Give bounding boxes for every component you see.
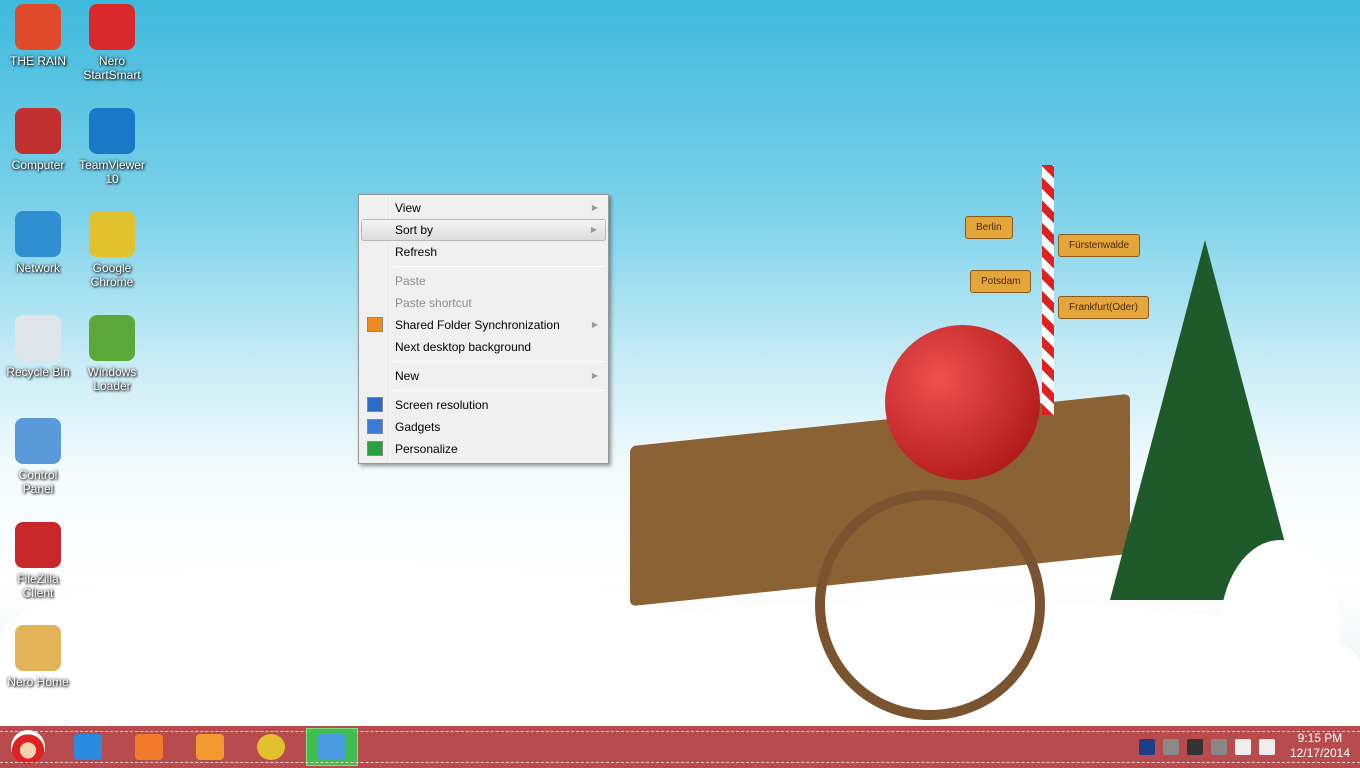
internet-explorer-icon xyxy=(74,734,102,760)
safely-remove-icon[interactable] xyxy=(1163,739,1179,755)
desktop-icon[interactable]: Nero Home xyxy=(2,625,74,689)
clock-date: 12/17/2014 xyxy=(1289,746,1350,760)
wallpaper-sign: Potsdam xyxy=(970,270,1032,293)
desktop-icon-label: Windows Loader xyxy=(87,365,137,393)
chrome-icon xyxy=(257,734,285,760)
desktop-icon[interactable]: TeamViewer 10 xyxy=(76,108,148,186)
menu-item-screen-resolution[interactable]: Screen resolution xyxy=(361,394,606,416)
file-explorer-icon xyxy=(135,734,163,760)
santa-start-icon xyxy=(11,730,45,764)
menu-item-gadgets[interactable]: Gadgets xyxy=(361,416,606,438)
desktop-icon[interactable]: Windows Loader xyxy=(76,315,148,393)
menu-item-label: Sort by xyxy=(395,223,434,237)
menu-item-paste-shortcut[interactable]: Paste shortcut xyxy=(361,292,606,314)
menu-separator xyxy=(393,390,604,391)
clock-time: 9:15 PM xyxy=(1297,731,1343,745)
taskbar: 9:15 PM 12/17/2014 xyxy=(0,726,1360,768)
menu-item-new[interactable]: New ▶ xyxy=(361,365,606,387)
teamviewer-icon xyxy=(89,108,135,154)
recycle-bin-icon xyxy=(15,315,61,361)
desktop-icon-label: Recycle Bin xyxy=(6,365,70,379)
screen-resolution-icon xyxy=(367,397,383,412)
windows-loader-icon xyxy=(89,315,135,361)
desktop-icon-label: THE RAIN xyxy=(9,54,66,68)
wallpaper-sign: Fürstenwalde xyxy=(1058,234,1141,257)
desktop-icon-label: Computer xyxy=(11,158,65,172)
desktop-icon-label: FileZilla Client xyxy=(17,572,59,600)
menu-item-label: Paste xyxy=(395,274,426,288)
taskbar-button[interactable] xyxy=(62,728,114,766)
start-button[interactable] xyxy=(2,728,54,766)
computer-icon xyxy=(15,108,61,154)
menu-item-shared-folder-synchronization[interactable]: Shared Folder Synchronization ▶ xyxy=(361,314,606,336)
desktop-icon-label: Nero Home xyxy=(7,675,69,689)
submenu-arrow-icon: ▶ xyxy=(591,371,598,380)
desktop-context-menu: View ▶ Sort by ▶ Refresh Paste Paste shortcut S… xyxy=(358,194,609,464)
desktop-icon[interactable]: Control Panel xyxy=(2,418,74,496)
snowman-folder-icon xyxy=(15,4,61,50)
desktop-icon[interactable]: Google Chrome xyxy=(76,211,148,289)
gadgets-icon xyxy=(367,419,383,434)
volume-icon[interactable] xyxy=(1259,739,1275,755)
shared-folder-sync-icon xyxy=(367,317,383,332)
wallpaper-sign: Frankfurt(Oder) xyxy=(1058,296,1149,319)
remote-desktop-icon xyxy=(318,734,346,760)
menu-item-refresh[interactable]: Refresh xyxy=(361,241,606,263)
menu-item-label: Paste shortcut xyxy=(395,296,472,310)
desktop[interactable]: Berlin Fürstenwalde Potsdam Frankfurt(Oder)… xyxy=(0,0,1360,726)
desktop-icon[interactable]: Nero StartSmart xyxy=(76,4,148,82)
network-globe-icon xyxy=(15,211,61,257)
menu-item-label: Personalize xyxy=(395,442,458,456)
network-icon[interactable] xyxy=(1235,739,1251,755)
desktop-icon-label: Google Chrome xyxy=(90,261,134,289)
media-player-icon xyxy=(196,734,224,760)
desktop-icon-label: Network xyxy=(15,261,60,275)
desktop-icon-label: Nero StartSmart xyxy=(83,54,141,82)
taskbar-button[interactable] xyxy=(245,728,297,766)
desktop-icon[interactable]: Recycle Bin xyxy=(2,315,74,379)
submenu-arrow-icon: ▶ xyxy=(590,225,597,234)
menu-item-label: Refresh xyxy=(395,245,438,259)
menu-item-next-desktop-background[interactable]: Next desktop background xyxy=(361,336,606,358)
desktop-icon[interactable]: FileZilla Client xyxy=(2,522,74,600)
vmware-icon[interactable] xyxy=(1211,739,1227,755)
menu-separator xyxy=(393,266,604,267)
menu-item-label: New xyxy=(395,369,420,383)
nero-home-icon xyxy=(15,625,61,671)
menu-item-label: Shared Folder Synchronization xyxy=(395,318,560,332)
control-panel-icon xyxy=(15,418,61,464)
wallpaper-ornament xyxy=(885,325,1040,480)
taskbar-button[interactable] xyxy=(123,728,175,766)
tray-app-icon[interactable] xyxy=(1187,739,1203,755)
submenu-arrow-icon: ▶ xyxy=(591,320,598,329)
menu-item-paste[interactable]: Paste xyxy=(361,270,606,292)
menu-item-label: Gadgets xyxy=(395,420,441,434)
filezilla-icon xyxy=(15,522,61,568)
signpost xyxy=(1042,165,1054,415)
desktop-icon-label: TeamViewer 10 xyxy=(79,158,145,186)
desktop-icon[interactable]: Computer xyxy=(2,108,74,172)
desktop-icon-label: Control Panel xyxy=(18,468,58,496)
wallpaper-sign: Berlin xyxy=(965,216,1013,239)
submenu-arrow-icon: ▶ xyxy=(591,203,598,212)
wallpaper-snowman xyxy=(1220,540,1340,720)
menu-item-sort-by[interactable]: Sort by ▶ xyxy=(361,219,606,241)
menu-item-personalize[interactable]: Personalize xyxy=(361,438,606,460)
taskbar-button[interactable] xyxy=(306,728,358,766)
personalize-icon xyxy=(367,441,383,456)
menu-separator xyxy=(393,361,604,362)
desktop-icon[interactable]: Network xyxy=(2,211,74,275)
menu-item-label: Screen resolution xyxy=(395,398,489,412)
menu-item-label: Next desktop background xyxy=(395,340,532,354)
chrome-icon xyxy=(89,211,135,257)
menu-item-label: View xyxy=(395,201,421,215)
wallpaper-wheel xyxy=(815,490,1045,720)
virtualbox-icon[interactable] xyxy=(1139,739,1155,755)
desktop-icon[interactable]: THE RAIN xyxy=(2,4,74,68)
menu-item-view[interactable]: View ▶ xyxy=(361,197,606,219)
clock[interactable]: 9:15 PM 12/17/2014 xyxy=(1290,731,1350,761)
nero-flame-icon xyxy=(89,4,135,50)
taskbar-button[interactable] xyxy=(184,728,236,766)
